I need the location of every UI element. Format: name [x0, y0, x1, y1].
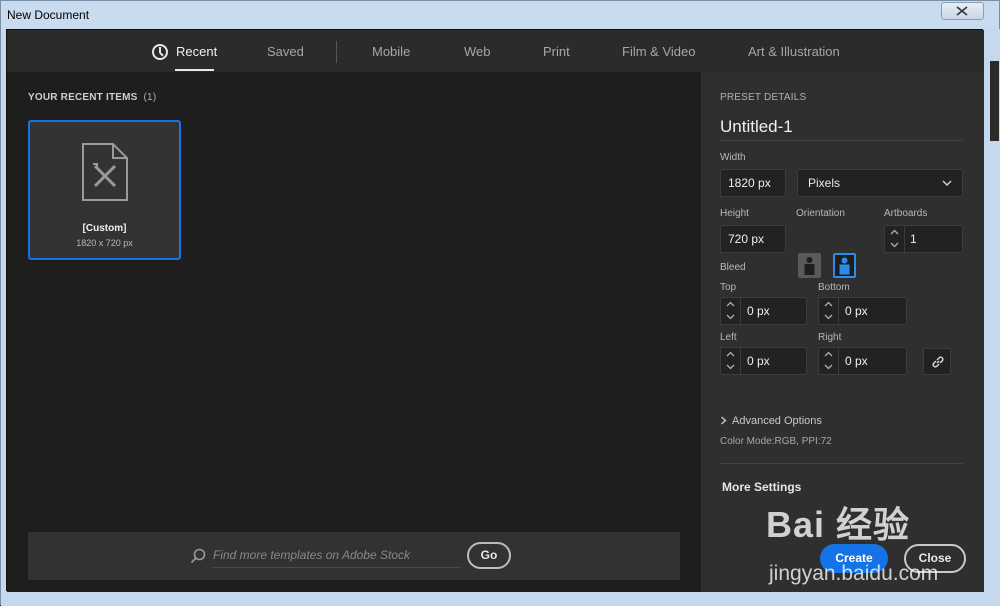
stepper-arrows[interactable] — [721, 348, 741, 374]
recent-items-title: YOUR RECENT ITEMS — [28, 92, 138, 103]
bleed-left-value: 0 px — [747, 354, 770, 368]
recent-items-area: YOUR RECENT ITEMS (1) [Custom] 1820 x 720… — [7, 72, 701, 592]
bleed-right-stepper[interactable]: 0 px — [818, 347, 907, 375]
preset-tab-bar: Recent Saved Mobile Web Print Film & Vid… — [7, 30, 984, 72]
chevron-up-icon — [890, 229, 899, 235]
go-button[interactable]: Go — [467, 542, 511, 569]
portrait-orientation-button[interactable] — [798, 253, 821, 278]
bleed-label: Bleed — [720, 262, 746, 273]
artboards-value: 1 — [910, 232, 917, 246]
chevron-up-icon — [824, 301, 833, 307]
bleed-left-stepper[interactable]: 0 px — [720, 347, 807, 375]
units-dropdown-value: Pixels — [808, 176, 841, 190]
chevron-down-icon — [942, 180, 952, 187]
window-side-strip — [985, 29, 1000, 606]
tab-saved[interactable]: Saved — [267, 44, 304, 59]
width-input[interactable]: 1820 px — [720, 169, 786, 197]
baidu-watermark-url: jingyan.baidu.com — [769, 562, 939, 585]
link-bleed-button[interactable] — [923, 348, 951, 375]
chevron-down-icon — [726, 314, 735, 320]
window-close-button[interactable] — [941, 2, 984, 20]
chevron-up-icon — [726, 351, 735, 357]
artboards-label: Artboards — [884, 208, 928, 219]
stock-search-input[interactable]: Find more templates on Adobe Stock — [213, 546, 461, 568]
stock-search-bar: Find more templates on Adobe Stock Go — [28, 532, 680, 580]
bleed-bottom-label: Bottom — [818, 282, 850, 293]
bleed-right-label: Right — [818, 332, 842, 343]
landscape-icon — [839, 257, 850, 275]
title-bar: New Document — [1, 1, 999, 29]
bleed-left-label: Left — [720, 332, 737, 343]
search-icon — [190, 548, 206, 564]
recent-item-title: [Custom] — [82, 223, 127, 234]
tab-mobile[interactable]: Mobile — [372, 44, 410, 59]
preset-details-heading: PRESET DETAILS — [720, 92, 807, 103]
link-icon — [932, 356, 944, 368]
chevron-down-icon — [726, 364, 735, 370]
tab-art-illustration[interactable]: Art & Illustration — [748, 44, 840, 59]
artboards-stepper[interactable]: 1 — [884, 225, 963, 253]
bleed-top-value: 0 px — [747, 304, 770, 318]
recent-items-heading: YOUR RECENT ITEMS (1) — [28, 92, 156, 103]
recent-item-size: 1820 x 720 px — [76, 238, 133, 248]
bleed-bottom-value: 0 px — [845, 304, 868, 318]
tab-web[interactable]: Web — [464, 44, 491, 59]
advanced-options-toggle[interactable]: Advanced Options — [720, 415, 822, 427]
window-title: New Document — [7, 8, 90, 22]
chevron-up-icon — [726, 301, 735, 307]
portrait-icon — [804, 257, 815, 275]
orientation-label: Orientation — [796, 208, 845, 219]
stepper-arrows[interactable] — [819, 298, 839, 324]
chevron-down-icon — [824, 364, 833, 370]
stepper-arrows[interactable] — [885, 226, 905, 252]
panel-divider — [720, 463, 963, 464]
document-template-icon — [82, 143, 128, 201]
landscape-orientation-button[interactable] — [833, 253, 856, 278]
tab-film-video[interactable]: Film & Video — [622, 44, 695, 59]
recent-items-count: (1) — [143, 92, 157, 103]
more-settings-button[interactable]: More Settings — [722, 480, 801, 494]
chevron-down-icon — [824, 314, 833, 320]
chevron-down-icon — [890, 242, 899, 248]
height-label: Height — [720, 208, 749, 219]
active-tab-indicator — [175, 69, 214, 71]
document-name-field[interactable]: Untitled-1 — [720, 117, 963, 141]
height-input[interactable]: 720 px — [720, 225, 786, 253]
bleed-right-value: 0 px — [845, 354, 868, 368]
tab-divider — [336, 41, 337, 63]
stepper-arrows[interactable] — [721, 298, 741, 324]
tab-print[interactable]: Print — [543, 44, 570, 59]
color-mode-info: Color Mode:RGB, PPI:72 — [720, 436, 832, 447]
bleed-bottom-stepper[interactable]: 0 px — [818, 297, 907, 325]
tab-recent[interactable]: Recent — [176, 44, 217, 59]
width-label: Width — [720, 152, 746, 163]
chevron-right-icon — [721, 416, 727, 425]
bleed-top-stepper[interactable]: 0 px — [720, 297, 807, 325]
close-icon — [956, 6, 968, 16]
advanced-options-label: Advanced Options — [732, 415, 822, 427]
recent-item-card[interactable]: [Custom] 1820 x 720 px — [28, 120, 181, 260]
chevron-up-icon — [824, 351, 833, 357]
new-document-window: New Document Recent Saved Mobile Web Pri… — [0, 0, 1000, 606]
stepper-arrows[interactable] — [819, 348, 839, 374]
baidu-watermark: Bai 经验 — [766, 504, 911, 545]
bleed-top-label: Top — [720, 282, 737, 293]
window-bottom-strip — [1, 592, 1000, 606]
clock-icon — [152, 44, 168, 60]
units-dropdown[interactable]: Pixels — [797, 169, 963, 197]
